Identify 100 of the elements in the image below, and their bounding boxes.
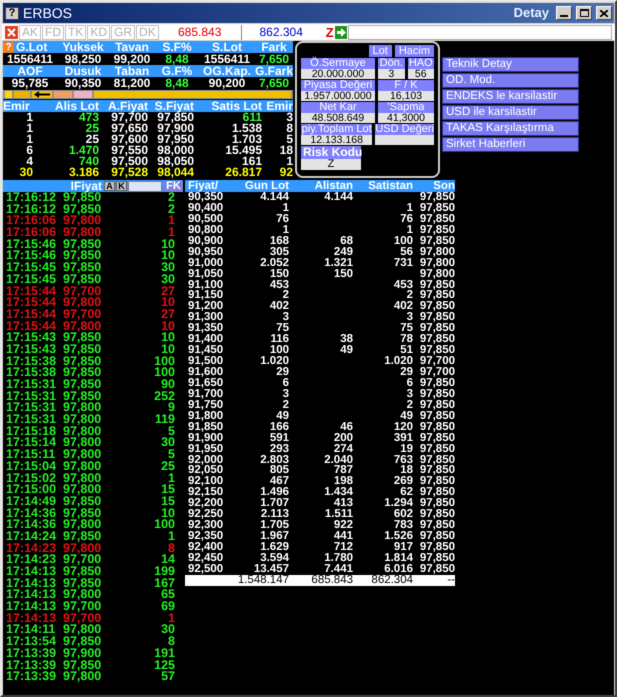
- trade-time: 17:14:23: [5, 554, 58, 566]
- table-cell-text: 97,850: [418, 388, 455, 400]
- filter-field[interactable]: [128, 180, 162, 192]
- menu-button[interactable]: OD. Mod.: [442, 73, 579, 88]
- table-cell-text: 402: [392, 301, 413, 312]
- table-cell-text: 56: [399, 246, 413, 258]
- table-cell-text: 150: [268, 268, 289, 280]
- close-button[interactable]: [596, 6, 612, 20]
- trade-time: 17:15:46: [5, 238, 58, 250]
- trade-lot: 2: [167, 204, 175, 216]
- table-cell-text: 97,800: [418, 268, 455, 280]
- maximize-button[interactable]: [576, 6, 592, 20]
- table-cell-text: 7.441: [323, 564, 353, 575]
- trade-time: 17:15:31: [5, 402, 58, 414]
- trade-lot: 125: [153, 660, 175, 672]
- menu-button[interactable]: Teknik Detay: [442, 57, 579, 72]
- sort-button[interactable]: K: [116, 181, 127, 191]
- field-value: Z: [301, 159, 361, 170]
- table-cell-text: 91,400: [187, 334, 224, 346]
- trade-lot: 15: [160, 496, 175, 508]
- trade-price: 97,850: [63, 262, 102, 274]
- trade-lot: 191: [153, 648, 175, 660]
- stat-value: 1556411: [6, 53, 54, 65]
- table-cell-text: 98,000: [156, 145, 194, 156]
- trade-price: 97,850: [63, 566, 102, 578]
- stat-label: AOF: [16, 65, 44, 77]
- table-cell-text: 68: [339, 236, 353, 247]
- table-cell-text: 100: [392, 236, 413, 247]
- trade-time: 17:15:31: [5, 379, 58, 391]
- table-cell-text: 91,500: [187, 356, 224, 368]
- trade-lot: 30: [160, 262, 175, 274]
- trade-price: 97,800: [63, 589, 102, 602]
- table-cell-text: 97,850: [418, 531, 455, 542]
- menu-button[interactable]: USD ile karsilastir: [442, 105, 579, 120]
- trade-lot: 14: [161, 554, 175, 566]
- stat-value: 81,200: [112, 77, 152, 89]
- trade-time: 17:13:39: [5, 648, 58, 660]
- trade-time: 17:15:18: [5, 426, 58, 438]
- table-cell-text: 4.144: [259, 192, 289, 203]
- help-icon[interactable]: ?: [3, 42, 14, 52]
- table-cell-text: 6: [282, 378, 289, 389]
- column-header: Fiyat/: [187, 180, 220, 192]
- trade-lot: 65: [161, 589, 175, 602]
- sort-button[interactable]: A: [104, 181, 115, 191]
- trade-lot: 199: [153, 566, 175, 578]
- table-cell-text: 97,850: [418, 564, 455, 575]
- close-icon[interactable]: [5, 26, 18, 38]
- table-cell-text: 62: [400, 487, 413, 498]
- filter-button[interactable]: FK: [164, 180, 183, 192]
- input-field[interactable]: [348, 24, 612, 40]
- table-cell-text: 92,200: [187, 498, 224, 510]
- trade-lot: 30: [160, 437, 175, 450]
- table-cell-text: 198: [334, 476, 353, 488]
- table-cell-text: 97,850: [418, 236, 455, 247]
- menu-button[interactable]: ENDEKS le karsilastir: [442, 89, 579, 104]
- table-cell-text: 78: [399, 334, 413, 346]
- help-icon[interactable]: ?: [5, 6, 19, 20]
- table-cell-text: 25: [86, 123, 99, 134]
- field-value: 48.508.649: [301, 113, 375, 123]
- trade-price: 97,850: [63, 274, 102, 286]
- table-cell-text: 97,528: [110, 167, 148, 178]
- table-cell-text: 4.144: [323, 192, 353, 203]
- table-cell-text: 90,350: [187, 192, 224, 203]
- column-header: A.Fiyat: [106, 100, 148, 112]
- field-label: USD Değeri: [375, 124, 434, 135]
- trade-price: 97,800: [63, 215, 102, 228]
- table-cell-text: 591: [268, 432, 289, 444]
- trade-lot: 27: [160, 308, 175, 321]
- trade-lot: 1: [167, 530, 175, 543]
- stat-label: Yuksek: [61, 41, 105, 53]
- menu-button[interactable]: Sirket Haberleri: [442, 137, 579, 152]
- trade-price: 97,850: [63, 390, 102, 402]
- table-cell-text: 4: [26, 156, 33, 167]
- field-value: 12.133.168: [301, 135, 372, 145]
- table-cell-text: 51: [400, 345, 413, 356]
- trade-lot: 10: [160, 344, 175, 356]
- menu-button[interactable]: TAKAS Karşılaştırma: [442, 121, 579, 136]
- table-cell-text: 75: [276, 323, 289, 334]
- table-cell-text: 2.052: [259, 258, 289, 269]
- minimize-button[interactable]: [556, 6, 572, 20]
- arrow-icon[interactable]: [334, 26, 347, 38]
- table-cell-text: 91,650: [187, 378, 224, 389]
- stat-value: 90,200: [208, 77, 246, 89]
- table-cell-text: 91,850: [187, 422, 224, 433]
- table-cell-text: 97,850: [418, 345, 455, 356]
- field-label: Dön.: [378, 58, 404, 69]
- trade-lot: 1: [168, 472, 175, 484]
- table-cell-text: 473: [78, 112, 99, 123]
- trade-price: 97,800: [63, 460, 102, 472]
- table-cell-text: 97,850: [418, 498, 455, 510]
- panel-button[interactable]: Lot: [368, 45, 392, 57]
- table-cell-text: 1: [25, 112, 33, 123]
- table-cell-text: 100: [270, 345, 289, 356]
- table-cell-text: 91,600: [187, 367, 224, 378]
- trade-time: 17:16:06: [5, 215, 58, 228]
- table-cell-text: 1.470: [68, 145, 99, 156]
- field-label: Ö.Sermaye: [301, 58, 375, 69]
- table-cell-text: 1.294: [383, 498, 413, 510]
- table-cell-text: 1.548.147: [236, 574, 289, 586]
- panel-button[interactable]: Hacim: [394, 45, 434, 57]
